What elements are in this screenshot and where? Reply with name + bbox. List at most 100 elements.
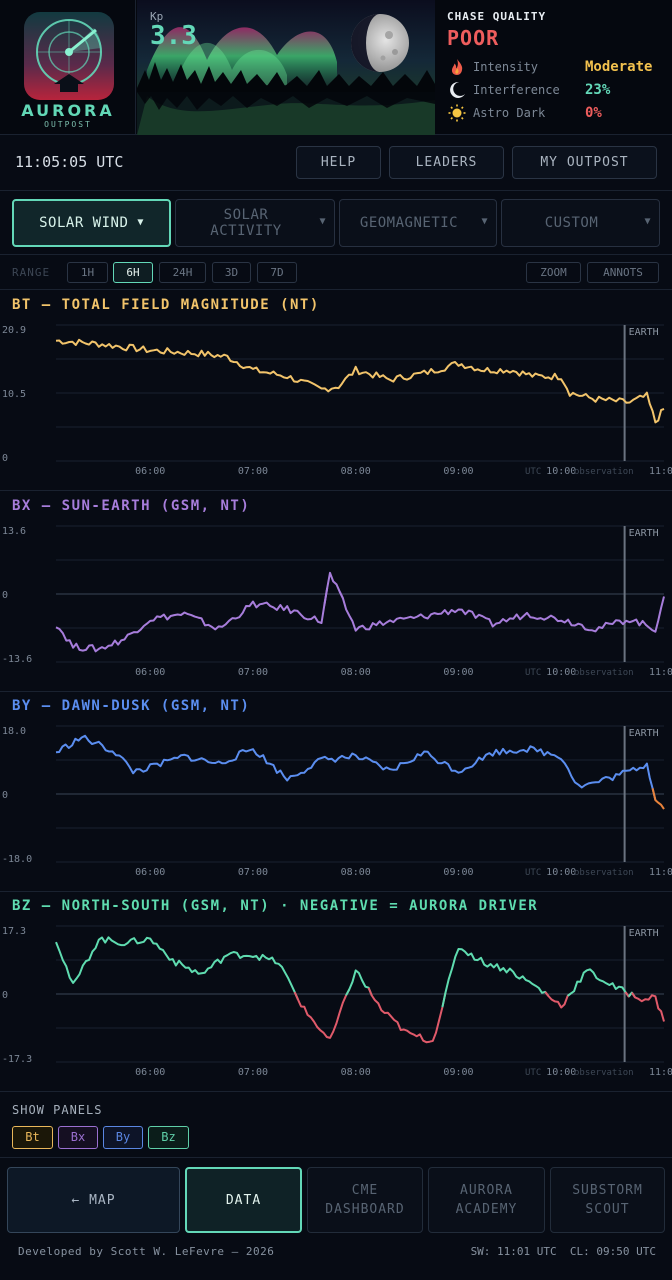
series-line [55,338,665,424]
tab-custom[interactable]: CUSTOM ▼ [501,199,660,247]
toggle-by-chip[interactable]: By [103,1126,143,1149]
x-tick-label: 08:00 [341,667,371,678]
y-tick-label: 20.9 [2,325,26,336]
tab-solar-activity-label: SOLAR ACTIVITY [210,207,282,239]
by-chart[interactable]: 18.0 0 -18.0 06:00 07:00 08:00 09:00 10:00 11:00… [0,722,672,892]
utc-clock: 11:05:05 UTC [15,153,124,171]
earth-marker-label: EARTH [629,728,659,739]
series-line [55,587,329,653]
observation-label: observation [574,467,634,477]
chevron-down-icon: ▼ [137,217,144,228]
utc-label: UTC [525,868,541,878]
y-tick-label: -17.3 [2,1054,32,1065]
x-tick-label: 11:00 [649,867,672,878]
panel-bt-title: BT — TOTAL FIELD MAGNITUDE (NT) [12,297,320,313]
y-tick-label: 0 [2,790,8,801]
nav-substorm-scout-button[interactable]: SUBSTORM SCOUT [550,1167,665,1233]
series-line [293,988,351,1039]
sun-icon [448,104,466,122]
kp-value: 3.3 [150,21,197,51]
nav-data-button[interactable]: DATA [185,1167,302,1233]
x-tick-label: 11:00 [649,1067,672,1078]
chase-row-interference: Interference 23% [447,81,669,99]
annotations-button[interactable]: ANNOTS [587,262,659,283]
series-line [323,571,344,606]
y-tick-label: 18.0 [2,726,26,737]
x-tick-label: 06:00 [135,667,165,678]
x-tick-label: 08:00 [341,1067,371,1078]
observation-label: observation [574,1068,634,1078]
nav-aurora-academy-button[interactable]: AURORA ACADEMY [428,1167,545,1233]
app-logo[interactable]: AURORA OUTPOST [0,0,136,135]
nav-map-button[interactable]: ← MAP [7,1167,180,1233]
footer-credit: Developed by Scott W. LeFevre — 2026 [18,1245,275,1258]
earth-marker-label: EARTH [629,928,659,939]
chevron-down-icon: ▼ [481,216,488,227]
chase-quality-value: POOR [447,26,500,50]
chase-row-astro-dark: Astro Dark 0% [447,104,669,122]
panel-by: BY — DAWN-DUSK (GSM, NT) 18.0 0 -18.0 06:00… [0,692,672,892]
y-tick-label: 0 [2,590,8,601]
help-button[interactable]: HELP [296,146,381,179]
series-line [367,987,447,1044]
chase-row-intensity: Intensity Moderate [447,58,669,76]
logo-subtitle: OUTPOST [44,120,92,129]
nav-cme-dashboard-button[interactable]: CME DASHBOARD [307,1167,423,1233]
y-tick-label: 10.5 [2,389,26,400]
zoom-button[interactable]: ZOOM [526,262,581,283]
tab-solar-wind[interactable]: SOLAR WIND ▼ [12,199,171,247]
x-tick-label: 09:00 [443,1067,473,1078]
series-line [441,948,550,1008]
y-tick-label: 17.3 [2,926,26,937]
earth-marker-label: EARTH [629,528,659,539]
tab-custom-label: CUSTOM [544,215,599,231]
series-line [55,734,657,801]
series-line [631,992,665,1022]
chevron-down-icon: ▼ [644,216,651,227]
range-label: RANGE [12,266,51,279]
toggle-bz-chip[interactable]: Bz [148,1126,189,1149]
range-bar: RANGE 1H 6H 24H 3D 7D ZOOM ANNOTS [0,256,672,290]
toggle-bx-chip[interactable]: Bx [58,1126,98,1149]
tab-solar-activity[interactable]: SOLAR ACTIVITY ▼ [175,199,335,247]
range-1h-button[interactable]: 1H [67,262,108,283]
x-tick-label: 11:00 [649,667,672,678]
leaders-button[interactable]: LEADERS [389,146,504,179]
toggle-bt-chip[interactable]: Bt [12,1126,53,1149]
x-tick-label: 10:00 [546,667,576,678]
x-tick-label: 10:00 [546,1067,576,1078]
panel-bx: BX — SUN-EARTH (GSM, NT) 13.6 0 -13.6 06:00… [0,492,672,692]
logo-title: AURORA [21,101,115,120]
moon-crescent-icon [450,81,465,98]
chase-label-interference: Interference [473,83,560,97]
bx-chart[interactable]: 13.6 0 -13.6 06:00 07:00 08:00 09:00 10:00 11:00… [0,522,672,692]
flame-icon [451,59,463,75]
bz-chart[interactable]: 17.3 0 -17.3 06:00 07:00 08:00 09:00 10:00 11:00… [0,922,672,1092]
y-tick-label: 0 [2,453,8,464]
bt-chart[interactable]: 20.9 10.5 0 06:00 07:00 08:00 09:00 10:00 11:00 U… [0,321,672,491]
utc-label: UTC [525,1068,541,1078]
radar-logo-icon [24,12,114,100]
range-3d-button[interactable]: 3D [212,262,251,283]
show-panels: SHOW PANELS Bt Bx By Bz [0,1092,672,1158]
range-24h-button[interactable]: 24H [159,262,206,283]
range-6h-button[interactable]: 6H [113,262,153,283]
chase-value-interference: 23% [585,82,611,98]
tab-solar-wind-label: SOLAR WIND [39,215,129,231]
x-tick-label: 09:00 [443,466,473,477]
utc-label: UTC [525,668,541,678]
x-tick-label: 06:00 [135,1067,165,1078]
my-outpost-button[interactable]: MY OUTPOST [512,146,657,179]
tab-geomagnetic[interactable]: GEOMAGNETIC ▼ [339,199,497,247]
bottom-nav: ← MAP DATA CME DASHBOARD AURORA ACADEMY … [0,1160,672,1240]
chase-value-intensity: Moderate [585,59,653,75]
chase-value-astro-dark: 0% [585,105,602,121]
chase-label-astro-dark: Astro Dark [473,106,546,120]
show-panels-label: SHOW PANELS [12,1103,103,1117]
range-7d-button[interactable]: 7D [257,262,297,283]
panel-by-title: BY — DAWN-DUSK (GSM, NT) [12,698,251,714]
y-tick-label: -18.0 [2,854,32,865]
observation-label: observation [574,868,634,878]
series-line [338,591,665,633]
series-line [345,969,373,996]
